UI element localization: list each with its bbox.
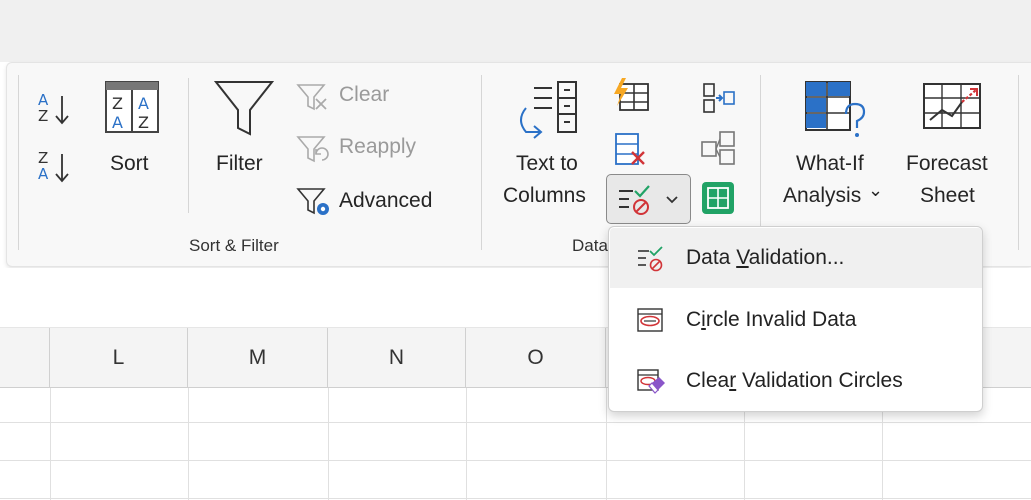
what-if-label-line1: What-If: [796, 152, 864, 175]
reapply-label: Reapply: [339, 135, 417, 158]
menu-item-clear-validation-circles-label: Clear Validation Circles: [686, 369, 903, 392]
sort-a-to-z-icon: A Z: [38, 91, 69, 125]
menu-item-data-validation[interactable]: Data Validation...: [610, 228, 982, 288]
column-header-n[interactable]: N: [328, 328, 466, 388]
row-gridline: [0, 422, 1031, 423]
title-bar-band: [0, 0, 1031, 62]
data-validation-icon: [619, 185, 650, 215]
flash-fill-icon: [614, 78, 649, 111]
what-if-label-line2: Analysis: [783, 184, 862, 207]
relationships-icon: [701, 131, 735, 165]
svg-text:A: A: [112, 113, 123, 132]
forecast-sheet-label-line2: Sheet: [920, 184, 975, 207]
menu-item-clear-validation-circles[interactable]: Clear Validation Circles: [610, 351, 982, 411]
filter-button[interactable]: Filter: [210, 76, 278, 186]
sort-filter-inner-separator: [188, 78, 189, 213]
clear-validation-circles-icon: [637, 369, 665, 394]
svg-text:Z: Z: [138, 113, 149, 132]
filter-label: Filter: [216, 152, 263, 175]
advanced-filter-button[interactable]: Advanced: [294, 184, 449, 218]
group-separator-data-tools: [481, 75, 482, 250]
menu-item-circle-invalid-data[interactable]: Circle Invalid Data: [610, 290, 982, 350]
column-header-o[interactable]: O: [466, 328, 606, 388]
text-to-columns-label-line2: Columns: [503, 184, 586, 207]
data-validation-icon: [638, 246, 663, 272]
text-to-columns-button[interactable]: Text to Columns: [500, 76, 600, 216]
column-gridline: [188, 388, 189, 500]
svg-text:A: A: [138, 94, 149, 113]
column-header-m[interactable]: M: [188, 328, 328, 388]
data-tools-group-label: Data: [572, 236, 608, 255]
group-separator-right: [1018, 75, 1019, 250]
remove-duplicates-button[interactable]: [610, 130, 652, 170]
sort-button[interactable]: Z A A Z Sort: [98, 76, 166, 186]
menu-item-data-validation-label: Data Validation...: [686, 246, 845, 269]
forecast-sheet-icon: [923, 83, 981, 129]
flash-fill-button[interactable]: [610, 78, 652, 118]
clear-filter-button[interactable]: Clear: [294, 80, 404, 114]
consolidate-button[interactable]: [700, 80, 736, 116]
column-gridline: [466, 388, 467, 500]
sort-label: Sort: [110, 152, 149, 175]
svg-text:Z: Z: [38, 107, 48, 125]
text-to-columns-icon: [520, 81, 577, 139]
menu-item-circle-invalid-data-label: Circle Invalid Data: [686, 308, 857, 331]
remove-duplicates-icon: [615, 133, 645, 165]
group-separator-forecast: [760, 75, 761, 250]
sort-z-to-a-button[interactable]: Z A: [36, 148, 76, 192]
consolidate-icon: [703, 83, 735, 113]
column-gridline: [328, 388, 329, 500]
what-if-analysis-button[interactable]: What-If Analysis ⌄: [776, 76, 888, 216]
svg-text:Z: Z: [112, 94, 123, 113]
data-validation-dropdown-button[interactable]: [606, 174, 691, 224]
data-validation-menu: Data Validation... Circle Invalid Data C…: [608, 226, 983, 412]
sort-icon: Z A A Z: [105, 81, 159, 133]
what-if-chevron-icon: ⌄: [868, 180, 884, 200]
text-to-columns-label-line1: Text to: [516, 152, 578, 175]
row-gridline: [0, 460, 1031, 461]
advanced-filter-icon: [296, 188, 329, 215]
sort-z-to-a-icon: Z A: [38, 149, 69, 183]
column-header-partial[interactable]: [0, 328, 50, 388]
row-gridline: [0, 498, 1031, 499]
relationships-button[interactable]: [700, 130, 736, 166]
chevron-down-icon: [666, 196, 678, 204]
reapply-filter-button[interactable]: Reapply: [294, 132, 434, 166]
group-separator-left: [18, 75, 19, 250]
forecast-sheet-label-line1: Forecast: [906, 152, 988, 175]
forecast-sheet-button[interactable]: Forecast Sheet: [900, 76, 1006, 216]
data-model-icon: [702, 182, 734, 214]
circle-invalid-data-icon: [637, 308, 663, 332]
clear-label: Clear: [339, 83, 390, 106]
filter-funnel-icon: [214, 81, 274, 136]
column-header-l[interactable]: L: [50, 328, 188, 388]
clear-filter-icon: [296, 84, 327, 111]
sort-a-to-z-button[interactable]: A Z: [36, 90, 76, 134]
data-model-button[interactable]: [700, 180, 736, 216]
what-if-icon: [805, 81, 866, 137]
column-gridline: [606, 388, 607, 500]
advanced-label: Advanced: [339, 189, 433, 212]
sort-filter-group-label: Sort & Filter: [189, 236, 279, 255]
reapply-filter-icon: [296, 136, 329, 163]
column-gridline: [50, 388, 51, 500]
svg-text:A: A: [38, 165, 49, 183]
